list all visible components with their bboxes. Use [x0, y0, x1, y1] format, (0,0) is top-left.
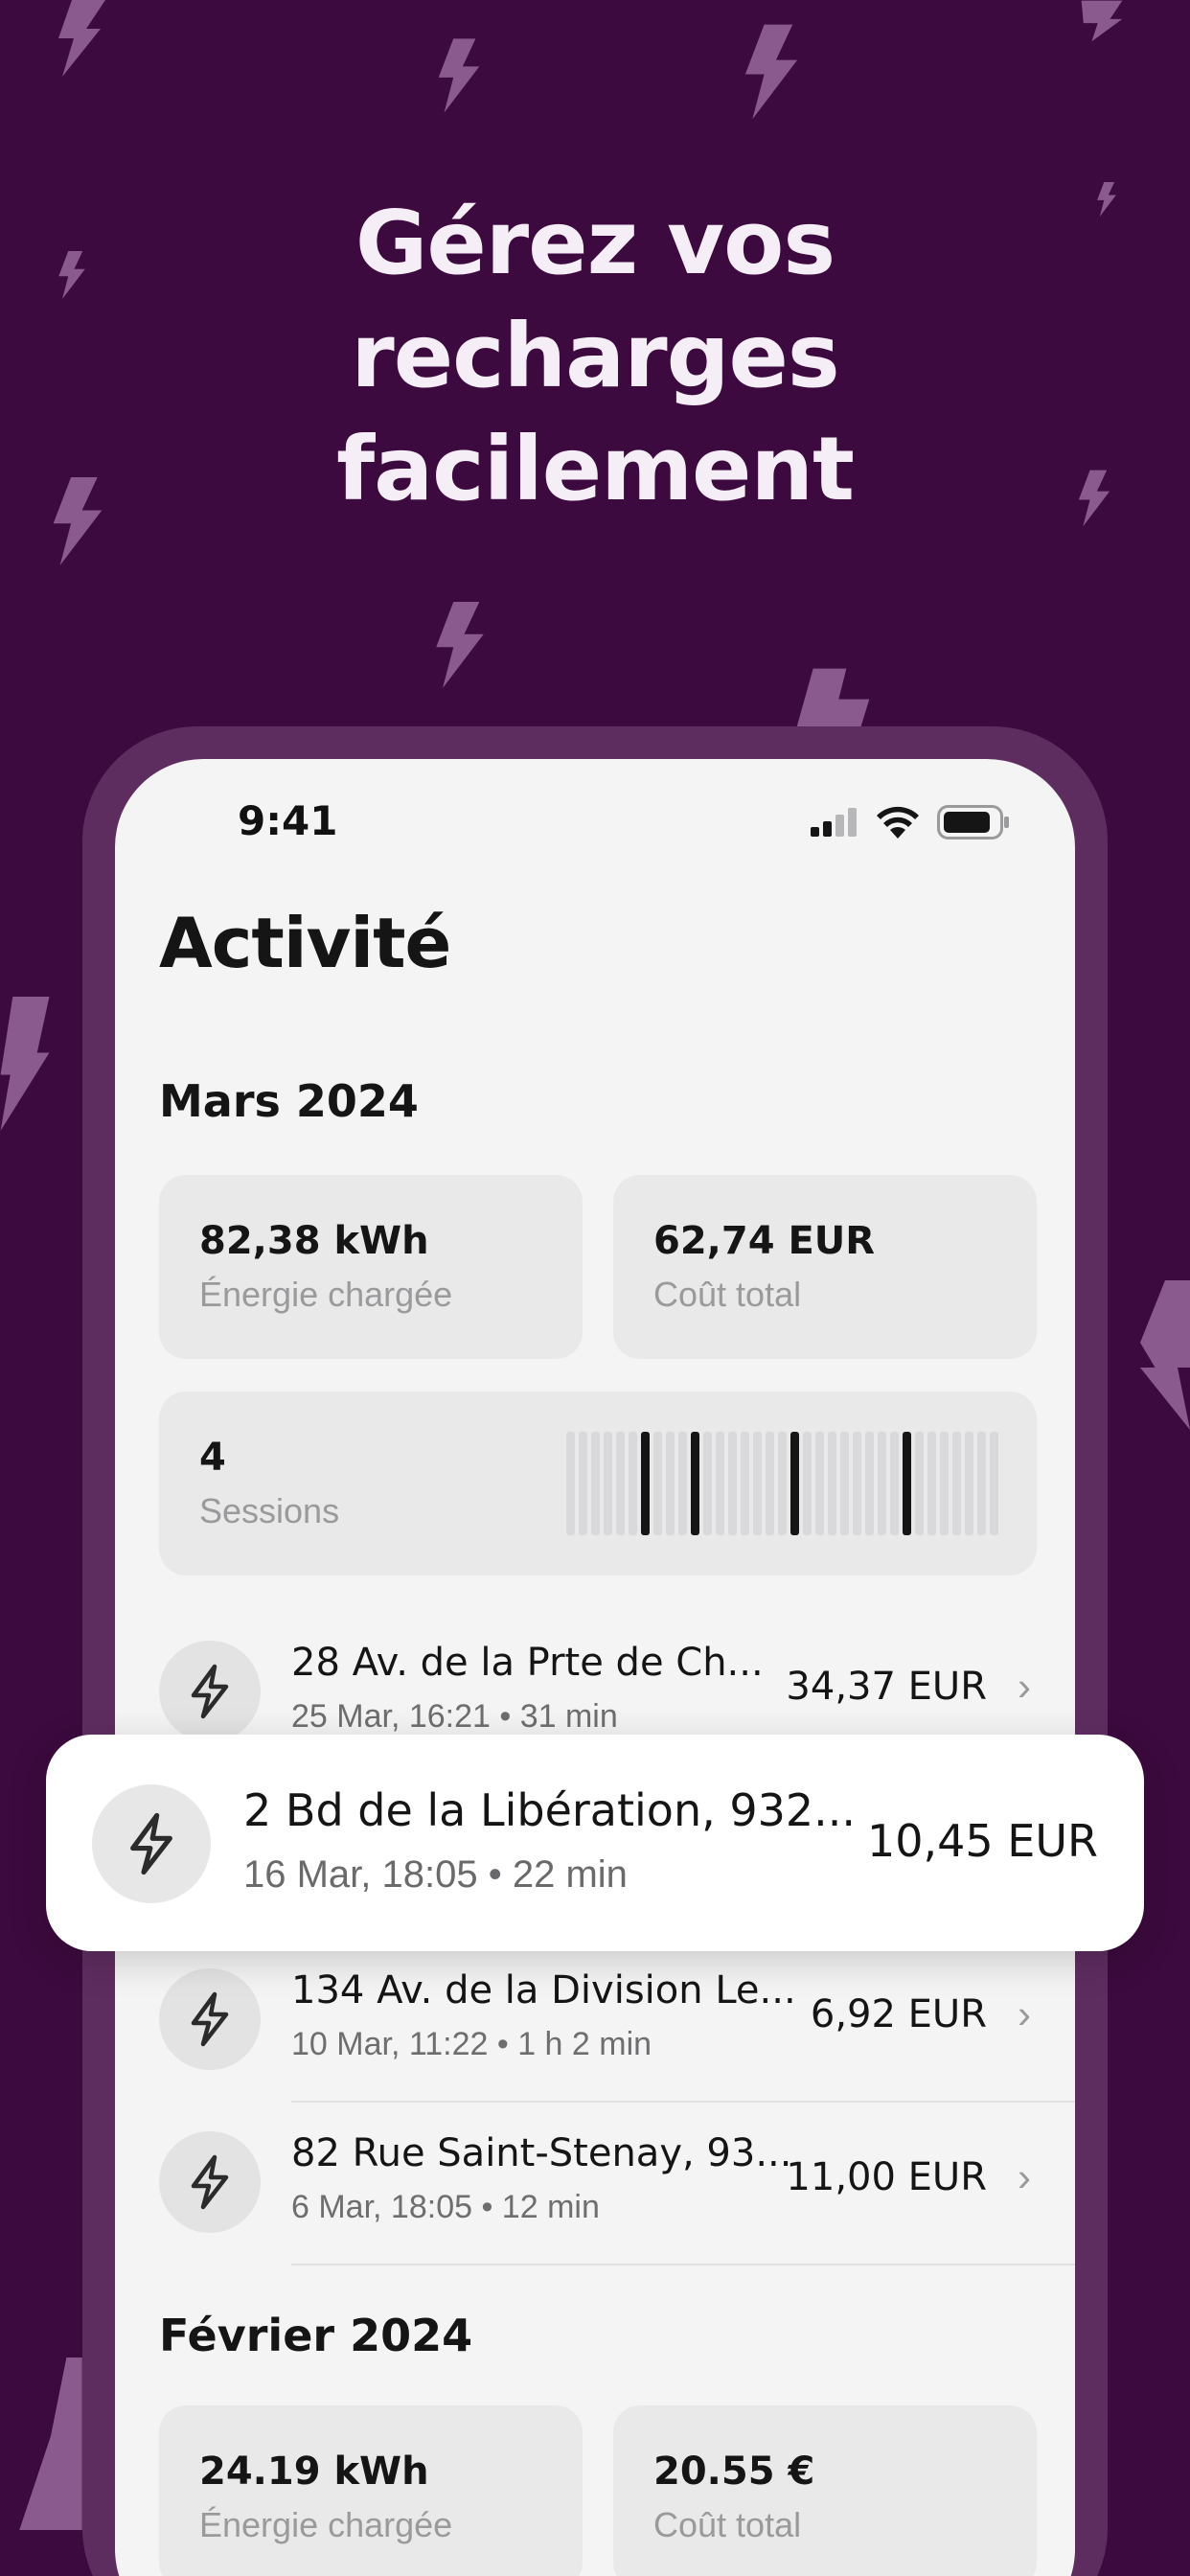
session-tick: [828, 1432, 836, 1535]
lightning-icon: [159, 2131, 261, 2233]
energy-card: 82,38 kWh Énergie chargée: [159, 1175, 583, 1359]
month-title-fevrier: Février 2024: [159, 2310, 473, 2361]
session-address: 134 Av. de la Division Le...: [291, 1968, 796, 2012]
page-title: Activité: [159, 903, 451, 983]
session-meta: 16 Mar, 18:05 • 22 min: [243, 1853, 628, 1896]
headline-line-1: Gérez vos: [355, 192, 835, 294]
session-price: 10,45 EUR: [866, 1815, 1098, 1867]
headline-line-2: recharges: [351, 305, 839, 407]
lightning-icon: [159, 1641, 261, 1742]
lightning-icon: [92, 1784, 211, 1903]
session-tick: [604, 1432, 612, 1535]
session-tick: [977, 1432, 986, 1535]
session-price: 6,92 EUR: [810, 1992, 987, 2036]
session-tick-active: [691, 1432, 699, 1535]
session-tick: [666, 1432, 675, 1535]
cost-label: Coût total: [653, 1275, 802, 1314]
energy-value: 82,38 kWh: [199, 1219, 429, 1263]
session-tick: [952, 1432, 961, 1535]
session-meta: 10 Mar, 11:22 • 1 h 2 min: [291, 2026, 652, 2062]
session-row[interactable]: 82 Rue Saint-Stenay, 93... 6 Mar, 18:05 …: [115, 2103, 1075, 2266]
decor-bolt-icon: [744, 24, 798, 120]
session-tick: [927, 1432, 936, 1535]
session-tick: [566, 1432, 575, 1535]
session-tick: [703, 1432, 712, 1535]
session-tick-active: [903, 1432, 911, 1535]
energy-label: Énergie chargée: [199, 2505, 453, 2544]
energy-label: Énergie chargée: [199, 1275, 453, 1314]
session-meta: 6 Mar, 18:05 • 12 min: [291, 2189, 600, 2225]
decor-bolt-icon: [795, 668, 870, 733]
wifi-icon: [877, 806, 919, 839]
session-tick: [579, 1432, 587, 1535]
decor-bolt-icon: [1081, 0, 1123, 42]
cost-card: 20.55 € Coût total: [613, 2405, 1037, 2576]
session-tick: [753, 1432, 762, 1535]
cost-value: 20.55 €: [653, 2450, 815, 2494]
month-title-mars: Mars 2024: [159, 1075, 419, 1127]
phone-screen: 9:41 Activité Mars 2024 82,38 kWh Énergi…: [115, 759, 1075, 2576]
session-tick-active: [790, 1432, 799, 1535]
status-bar: 9:41: [115, 759, 1075, 884]
session-tick: [803, 1432, 812, 1535]
session-tick: [890, 1432, 899, 1535]
row-divider: [291, 2264, 1075, 2266]
session-price: 11,00 EUR: [786, 2155, 987, 2199]
headline: Gérez vos recharges facilement: [0, 187, 1190, 526]
session-tick: [741, 1432, 749, 1535]
session-address: 82 Rue Saint-Stenay, 93...: [291, 2131, 792, 2175]
session-tick: [878, 1432, 886, 1535]
status-time: 9:41: [238, 797, 338, 844]
headline-line-3: facilement: [336, 418, 855, 520]
lightning-icon: [159, 1968, 261, 2070]
session-tick: [716, 1432, 724, 1535]
decor-bolt-icon: [0, 997, 50, 1131]
chevron-right-icon: ›: [1018, 1664, 1031, 1709]
session-tick: [965, 1432, 973, 1535]
session-meta: 25 Mar, 16:21 • 31 min: [291, 1698, 618, 1735]
session-row-highlighted[interactable]: 2 Bd de la Libération, 932... 16 Mar, 18…: [46, 1735, 1144, 1951]
session-tick: [778, 1432, 787, 1535]
cost-card: 62,74 EUR Coût total: [613, 1175, 1037, 1359]
signal-icon: [811, 808, 857, 837]
session-tick: [678, 1432, 687, 1535]
session-address: 28 Av. de la Prte de Ch...: [291, 1641, 764, 1685]
session-price: 34,37 EUR: [786, 1665, 987, 1709]
decor-bolt-icon: [436, 602, 484, 688]
session-tick: [865, 1432, 874, 1535]
session-tick: [815, 1432, 824, 1535]
cost-value: 62,74 EUR: [653, 1219, 876, 1263]
session-tick: [766, 1432, 774, 1535]
session-tick: [990, 1432, 998, 1535]
sessions-timeline: [566, 1432, 998, 1535]
session-tick: [940, 1432, 949, 1535]
chevron-right-icon: ›: [1018, 2154, 1031, 2199]
decor-bolt-icon: [1140, 1280, 1190, 1430]
chevron-right-icon: ›: [1018, 1991, 1031, 2036]
energy-card: 24.19 kWh Énergie chargée: [159, 2405, 583, 2576]
session-tick-active: [641, 1432, 650, 1535]
battery-icon: [937, 805, 1009, 840]
session-tick: [915, 1432, 924, 1535]
sessions-value: 4: [199, 1436, 226, 1480]
decor-bolt-icon: [19, 2358, 82, 2530]
session-tick: [728, 1432, 737, 1535]
status-icons: [811, 805, 1010, 840]
decor-bolt-icon: [438, 38, 480, 113]
session-address: 2 Bd de la Libération, 932...: [243, 1784, 857, 1836]
sessions-card: 4 Sessions: [159, 1392, 1037, 1576]
session-tick: [853, 1432, 861, 1535]
session-tick: [653, 1432, 662, 1535]
sessions-label: Sessions: [199, 1491, 340, 1530]
decor-bolt-icon: [58, 0, 105, 77]
session-tick: [629, 1432, 637, 1535]
session-tick: [591, 1432, 600, 1535]
energy-value: 24.19 kWh: [199, 2450, 429, 2494]
cost-label: Coût total: [653, 2505, 802, 2544]
session-row[interactable]: 134 Av. de la Division Le... 10 Mar, 11:…: [115, 1940, 1075, 2103]
session-tick: [840, 1432, 849, 1535]
session-tick: [616, 1432, 625, 1535]
